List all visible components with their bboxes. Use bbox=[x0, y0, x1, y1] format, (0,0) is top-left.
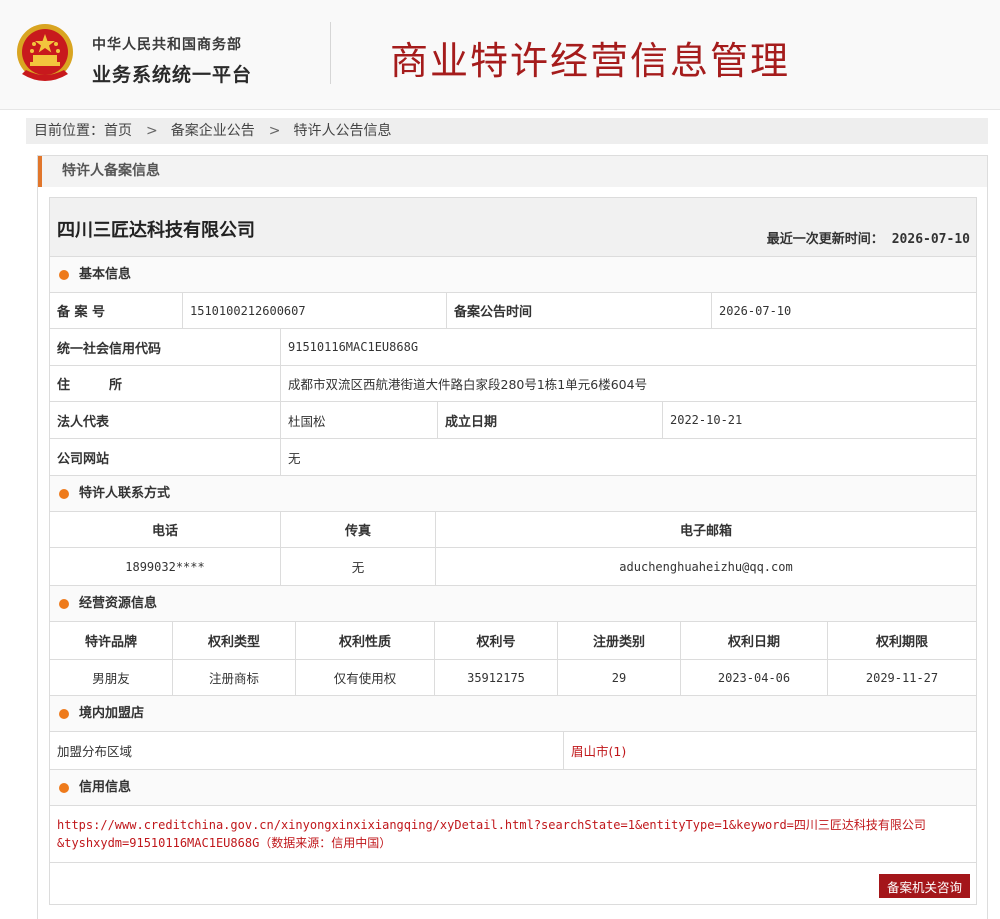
franchisor-card: 四川三匠达科技有限公司 最近一次更新时间： 2026-07-10 基本信息 备 案… bbox=[49, 197, 977, 905]
right-term-header: 权利期限 bbox=[875, 635, 928, 650]
right-type-value: 注册商标 bbox=[173, 660, 296, 695]
legal-label: 法人代表 bbox=[50, 402, 281, 438]
fax-header: 传真 bbox=[281, 512, 436, 547]
panel-title: 特许人备案信息 bbox=[38, 156, 987, 187]
credit-code-value: 91510116MAC1EU868G bbox=[288, 340, 419, 354]
consult-button[interactable]: 备案机关咨询 bbox=[879, 874, 970, 898]
platform-name: 业务系统统一平台 bbox=[92, 64, 253, 86]
last-update: 最近一次更新时间： 2026-07-10 bbox=[767, 228, 970, 247]
record-no-label: 备 案 号 bbox=[50, 293, 183, 328]
address-label: 住 所 bbox=[50, 366, 281, 401]
header-divider bbox=[330, 22, 331, 84]
credit-divider bbox=[50, 862, 976, 863]
org-name: 中华人民共和国商务部 bbox=[92, 37, 242, 53]
credit-link-line1: https://www.creditchina.gov.cn/xinyongxi… bbox=[57, 818, 926, 832]
record-no-value: 1510100212600607 bbox=[183, 293, 447, 328]
legal-value: 杜国松 bbox=[281, 402, 438, 438]
breadcrumb-separator: > bbox=[146, 123, 158, 139]
resource-value-row: 男朋友 注册商标 仅有使用权 35912175 29 2023-04-06 20… bbox=[50, 660, 976, 696]
last-update-value: 2026-07-10 bbox=[891, 232, 970, 247]
address-row: 住 所 成都市双流区西航港街道大件路白家段280号1栋1单元6楼604号 bbox=[50, 366, 976, 402]
brand-header: 特许品牌 bbox=[50, 622, 173, 659]
brand-value: 男朋友 bbox=[50, 660, 173, 695]
reg-class-value: 29 bbox=[558, 660, 681, 695]
credit-code-label: 统一社会信用代码 bbox=[50, 329, 281, 365]
website-value: 无 bbox=[288, 450, 301, 466]
announce-date-label: 备案公告时间 bbox=[447, 293, 712, 328]
credit-link-line2: &tyshxydm=91510116MAC1EU868G（数据来源：信用中国） bbox=[57, 836, 392, 850]
contact-value-row: 1899032**** 无 aduchenghuaheizhu@qq.com bbox=[50, 548, 976, 586]
reg-class-header: 注册类别 bbox=[558, 622, 681, 659]
announce-date-value: 2026-07-10 bbox=[719, 303, 792, 318]
company-header: 四川三匠达科技有限公司 最近一次更新时间： 2026-07-10 bbox=[50, 198, 976, 257]
breadcrumb-current: 特许人公告信息 bbox=[293, 123, 392, 139]
last-update-label: 最近一次更新时间： bbox=[766, 232, 884, 247]
founded-label: 成立日期 bbox=[438, 402, 663, 438]
record-no-row: 备 案 号 1510100212600607 备案公告时间 2026-07-10 bbox=[50, 293, 976, 329]
email-value: aduchenghuaheizhu@qq.com bbox=[619, 559, 793, 574]
store-area-label: 加盟分布区域 bbox=[50, 732, 564, 769]
breadcrumb-prefix: 目前位置： bbox=[34, 123, 104, 139]
address-value: 成都市双流区西航港街道大件路白家段280号1栋1单元6楼604号 bbox=[288, 377, 648, 392]
right-date-value: 2023-04-06 bbox=[681, 660, 828, 695]
breadcrumb-separator: > bbox=[268, 123, 281, 139]
company-name: 四川三匠达科技有限公司 bbox=[57, 220, 255, 241]
section-stores: 境内加盟店 bbox=[50, 696, 976, 732]
website-row: 公司网站 无 bbox=[50, 439, 976, 476]
credit-code-row: 统一社会信用代码 91510116MAC1EU868G bbox=[50, 329, 976, 366]
site-header: 中华人民共和国商务部 业务系统统一平台 商业特许经营信息管理 bbox=[0, 0, 1000, 110]
section-title: 经营资源信息 bbox=[79, 596, 158, 611]
contact-header-row: 电话 传真 电子邮箱 bbox=[50, 512, 976, 548]
store-area-row: 加盟分布区域 眉山市(1) bbox=[50, 732, 976, 770]
section-basic-info: 基本信息 bbox=[50, 257, 976, 293]
section-title: 境内加盟店 bbox=[79, 706, 145, 721]
breadcrumb-home[interactable]: 首页 bbox=[104, 118, 132, 144]
store-area-link[interactable]: 眉山市(1) bbox=[564, 732, 976, 769]
site-title: 商业特许经营信息管理 bbox=[390, 39, 791, 83]
right-date-header: 权利日期 bbox=[681, 622, 828, 659]
legal-row: 法人代表 杜国松 成立日期 2022-10-21 bbox=[50, 402, 976, 439]
phone-header: 电话 bbox=[50, 512, 281, 547]
breadcrumb-record-companies[interactable]: 备案企业公告 bbox=[171, 118, 255, 144]
breadcrumb: 目前位置：首页 > 备案企业公告 > 特许人公告信息 bbox=[26, 118, 988, 144]
right-no-header: 权利号 bbox=[435, 622, 558, 659]
section-contact: 特许人联系方式 bbox=[50, 476, 976, 512]
website-label: 公司网站 bbox=[50, 439, 281, 475]
bullet-icon bbox=[59, 709, 69, 719]
founded-value: 2022-10-21 bbox=[670, 413, 743, 427]
right-nature-value: 仅有使用权 bbox=[296, 660, 435, 695]
right-no-value: 35912175 bbox=[435, 660, 558, 695]
bullet-icon bbox=[59, 489, 69, 499]
section-title: 特许人联系方式 bbox=[79, 486, 171, 501]
section-title: 信用信息 bbox=[79, 780, 132, 795]
resource-header-row: 特许品牌 权利类型 权利性质 权利号 注册类别 权利日期 权利期限 bbox=[50, 622, 976, 660]
section-credit: 信用信息 bbox=[50, 770, 976, 806]
national-emblem-icon bbox=[17, 24, 73, 81]
section-title: 基本信息 bbox=[79, 267, 132, 282]
section-resources: 经营资源信息 bbox=[50, 586, 976, 622]
right-term-value: 2029-11-27 bbox=[865, 670, 939, 685]
bullet-icon bbox=[59, 599, 69, 609]
bullet-icon bbox=[59, 270, 69, 280]
right-nature-header: 权利性质 bbox=[296, 622, 435, 659]
phone-value: 1899032**** bbox=[50, 548, 281, 585]
right-type-header: 权利类型 bbox=[173, 622, 296, 659]
email-header: 电子邮箱 bbox=[679, 524, 732, 539]
fax-value: 无 bbox=[281, 548, 436, 585]
credit-link[interactable]: https://www.creditchina.gov.cn/xinyongxi… bbox=[50, 806, 976, 852]
bullet-icon bbox=[59, 783, 69, 793]
